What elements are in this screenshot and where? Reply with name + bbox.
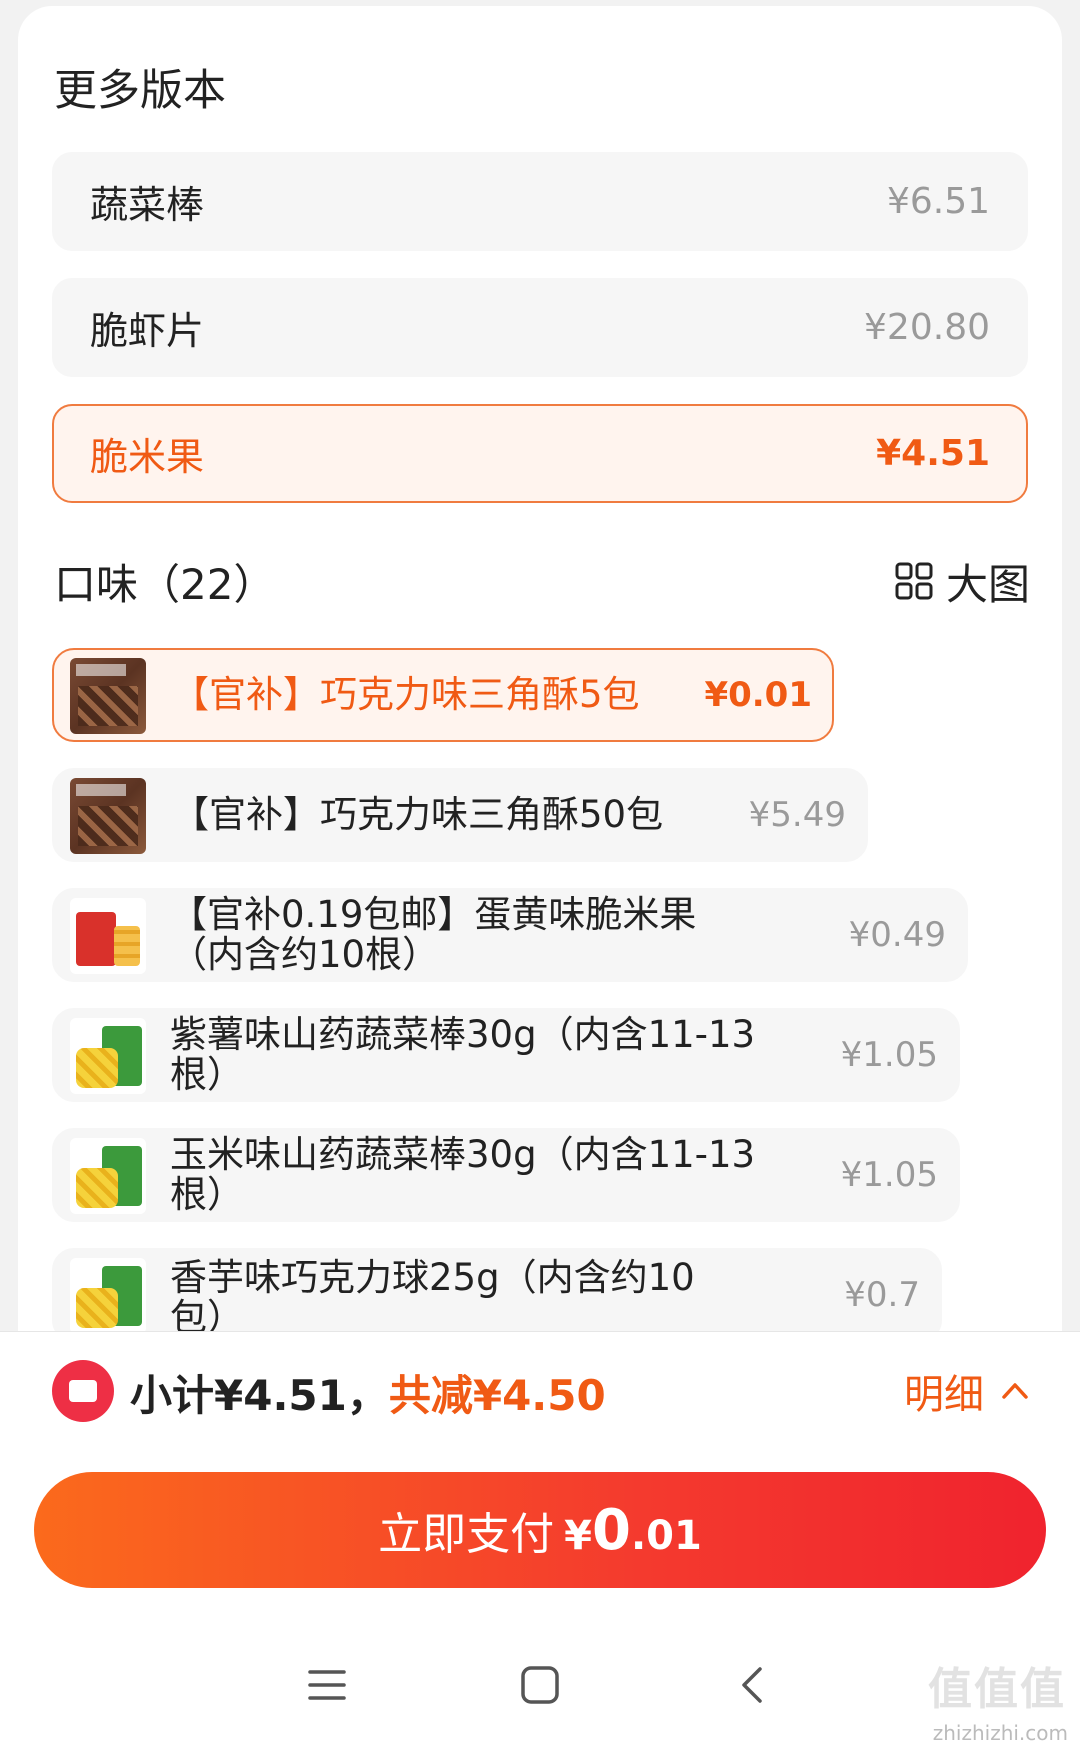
big-view-label: 大图 [945, 559, 1030, 609]
spec-selection-sheet: 更多版本 蔬菜棒 ¥6.51 脆虾片 ¥20.80 脆米果 ¥4.51 口味（2… [18, 6, 1062, 1331]
pay-amount: ¥0.01 [564, 1498, 702, 1563]
flavor-name: 【官补】巧克力味三角酥50包 [172, 793, 664, 836]
flavor-option[interactable]: 【官补】巧克力味三角酥5包 ¥0.01 [52, 648, 834, 742]
flavor-option[interactable]: 玉米味山药蔬菜棒30g（内含11-13根） ¥1.05 [52, 1128, 960, 1222]
recent-apps-button[interactable] [297, 1655, 357, 1715]
flavor-name: 香芋味巧克力球25g（内含约10包） [170, 1256, 695, 1332]
flavor-name: 玉米味山药蔬菜棒30g（内含11-13根） [170, 1133, 756, 1216]
version-price: ¥4.51 [876, 433, 990, 474]
detail-label: 明细 [904, 1372, 984, 1418]
big-view-toggle[interactable]: 大图 [894, 551, 1030, 612]
product-thumbnail [70, 658, 146, 734]
home-button[interactable] [510, 1655, 570, 1715]
flavor-option[interactable]: 紫薯味山药蔬菜棒30g（内含11-13根） ¥1.05 [52, 1008, 960, 1102]
product-thumbnail [70, 1258, 146, 1331]
product-thumbnail [70, 778, 146, 854]
pay-button-label: 立即支付 [378, 1509, 555, 1560]
flavor-price: ¥0.49 [848, 915, 946, 955]
system-navigation-bar [0, 1640, 1080, 1730]
chevron-up-icon [1002, 1383, 1028, 1399]
version-option-shrimp-chips[interactable]: 脆虾片 ¥20.80 [52, 278, 1028, 377]
version-name: 脆米果 [90, 435, 205, 479]
menu-icon [307, 1670, 346, 1700]
home-square-icon [521, 1666, 559, 1704]
watermark-text: zhizhizhi.com [932, 1721, 1068, 1745]
subtotal-summary: 小计¥4.51，共减¥4.50 [130, 1362, 606, 1423]
flavor-option[interactable]: 香芋味巧克力球25g（内含约10包） ¥0.7 [52, 1248, 942, 1331]
flavor-title: 口味（22） [54, 559, 276, 609]
version-option-vegetable-sticks[interactable]: 蔬菜棒 ¥6.51 [52, 152, 1028, 251]
flavor-list: 【官补】巧克力味三角酥5包 ¥0.01 【官补】巧克力味三角酥50包 ¥5.49… [52, 648, 1028, 1331]
watermark-logo: 值值值 [928, 1664, 1066, 1715]
flavor-price: ¥0.01 [704, 675, 812, 715]
flavor-option[interactable]: 【官补0.19包邮】蛋黄味脆米果（内含约10根） ¥0.49 [52, 888, 968, 982]
flavor-price: ¥1.05 [840, 1155, 938, 1195]
back-chevron-icon [742, 1667, 763, 1703]
version-option-rice-crackers[interactable]: 脆米果 ¥4.51 [52, 404, 1028, 503]
flavor-option[interactable]: 【官补】巧克力味三角酥50包 ¥5.49 [52, 768, 868, 862]
flavor-name: 【官补】巧克力味三角酥5包 [172, 673, 640, 716]
flavor-name: 【官补0.19包邮】蛋黄味脆米果（内含约10根） [170, 893, 697, 976]
version-price: ¥6.51 [886, 181, 990, 222]
product-thumbnail [70, 1138, 146, 1214]
pay-now-button[interactable]: 立即支付 ¥0.01 [34, 1472, 1046, 1588]
pay-amount-integer: 0 [592, 1497, 631, 1563]
coupon-icon [52, 1360, 114, 1422]
version-price: ¥20.80 [864, 307, 990, 348]
flavor-name: 紫薯味山药蔬菜棒30g（内含11-13根） [170, 1013, 756, 1096]
product-thumbnail [70, 1018, 146, 1094]
flavor-price: ¥5.49 [748, 795, 846, 835]
subtotal-text: 小计¥4.51， [130, 1371, 389, 1420]
version-name: 脆虾片 [90, 309, 205, 353]
flavor-price: ¥0.7 [844, 1275, 920, 1315]
grid-view-icon [895, 562, 933, 600]
pay-currency: ¥ [564, 1512, 592, 1559]
more-versions-title: 更多版本 [54, 66, 226, 116]
version-list: 蔬菜棒 ¥6.51 脆虾片 ¥20.80 脆米果 ¥4.51 [52, 152, 1028, 530]
product-thumbnail [70, 898, 146, 974]
price-detail-toggle[interactable]: 明细 [904, 1362, 1030, 1420]
back-button[interactable] [723, 1655, 783, 1715]
flavor-header: 口味（22） 大图 [54, 546, 1030, 616]
flavor-price: ¥1.05 [840, 1035, 938, 1075]
reduction-text: 共减¥4.50 [388, 1371, 606, 1420]
pay-amount-decimal: .01 [630, 1512, 702, 1559]
version-name: 蔬菜棒 [90, 183, 205, 227]
